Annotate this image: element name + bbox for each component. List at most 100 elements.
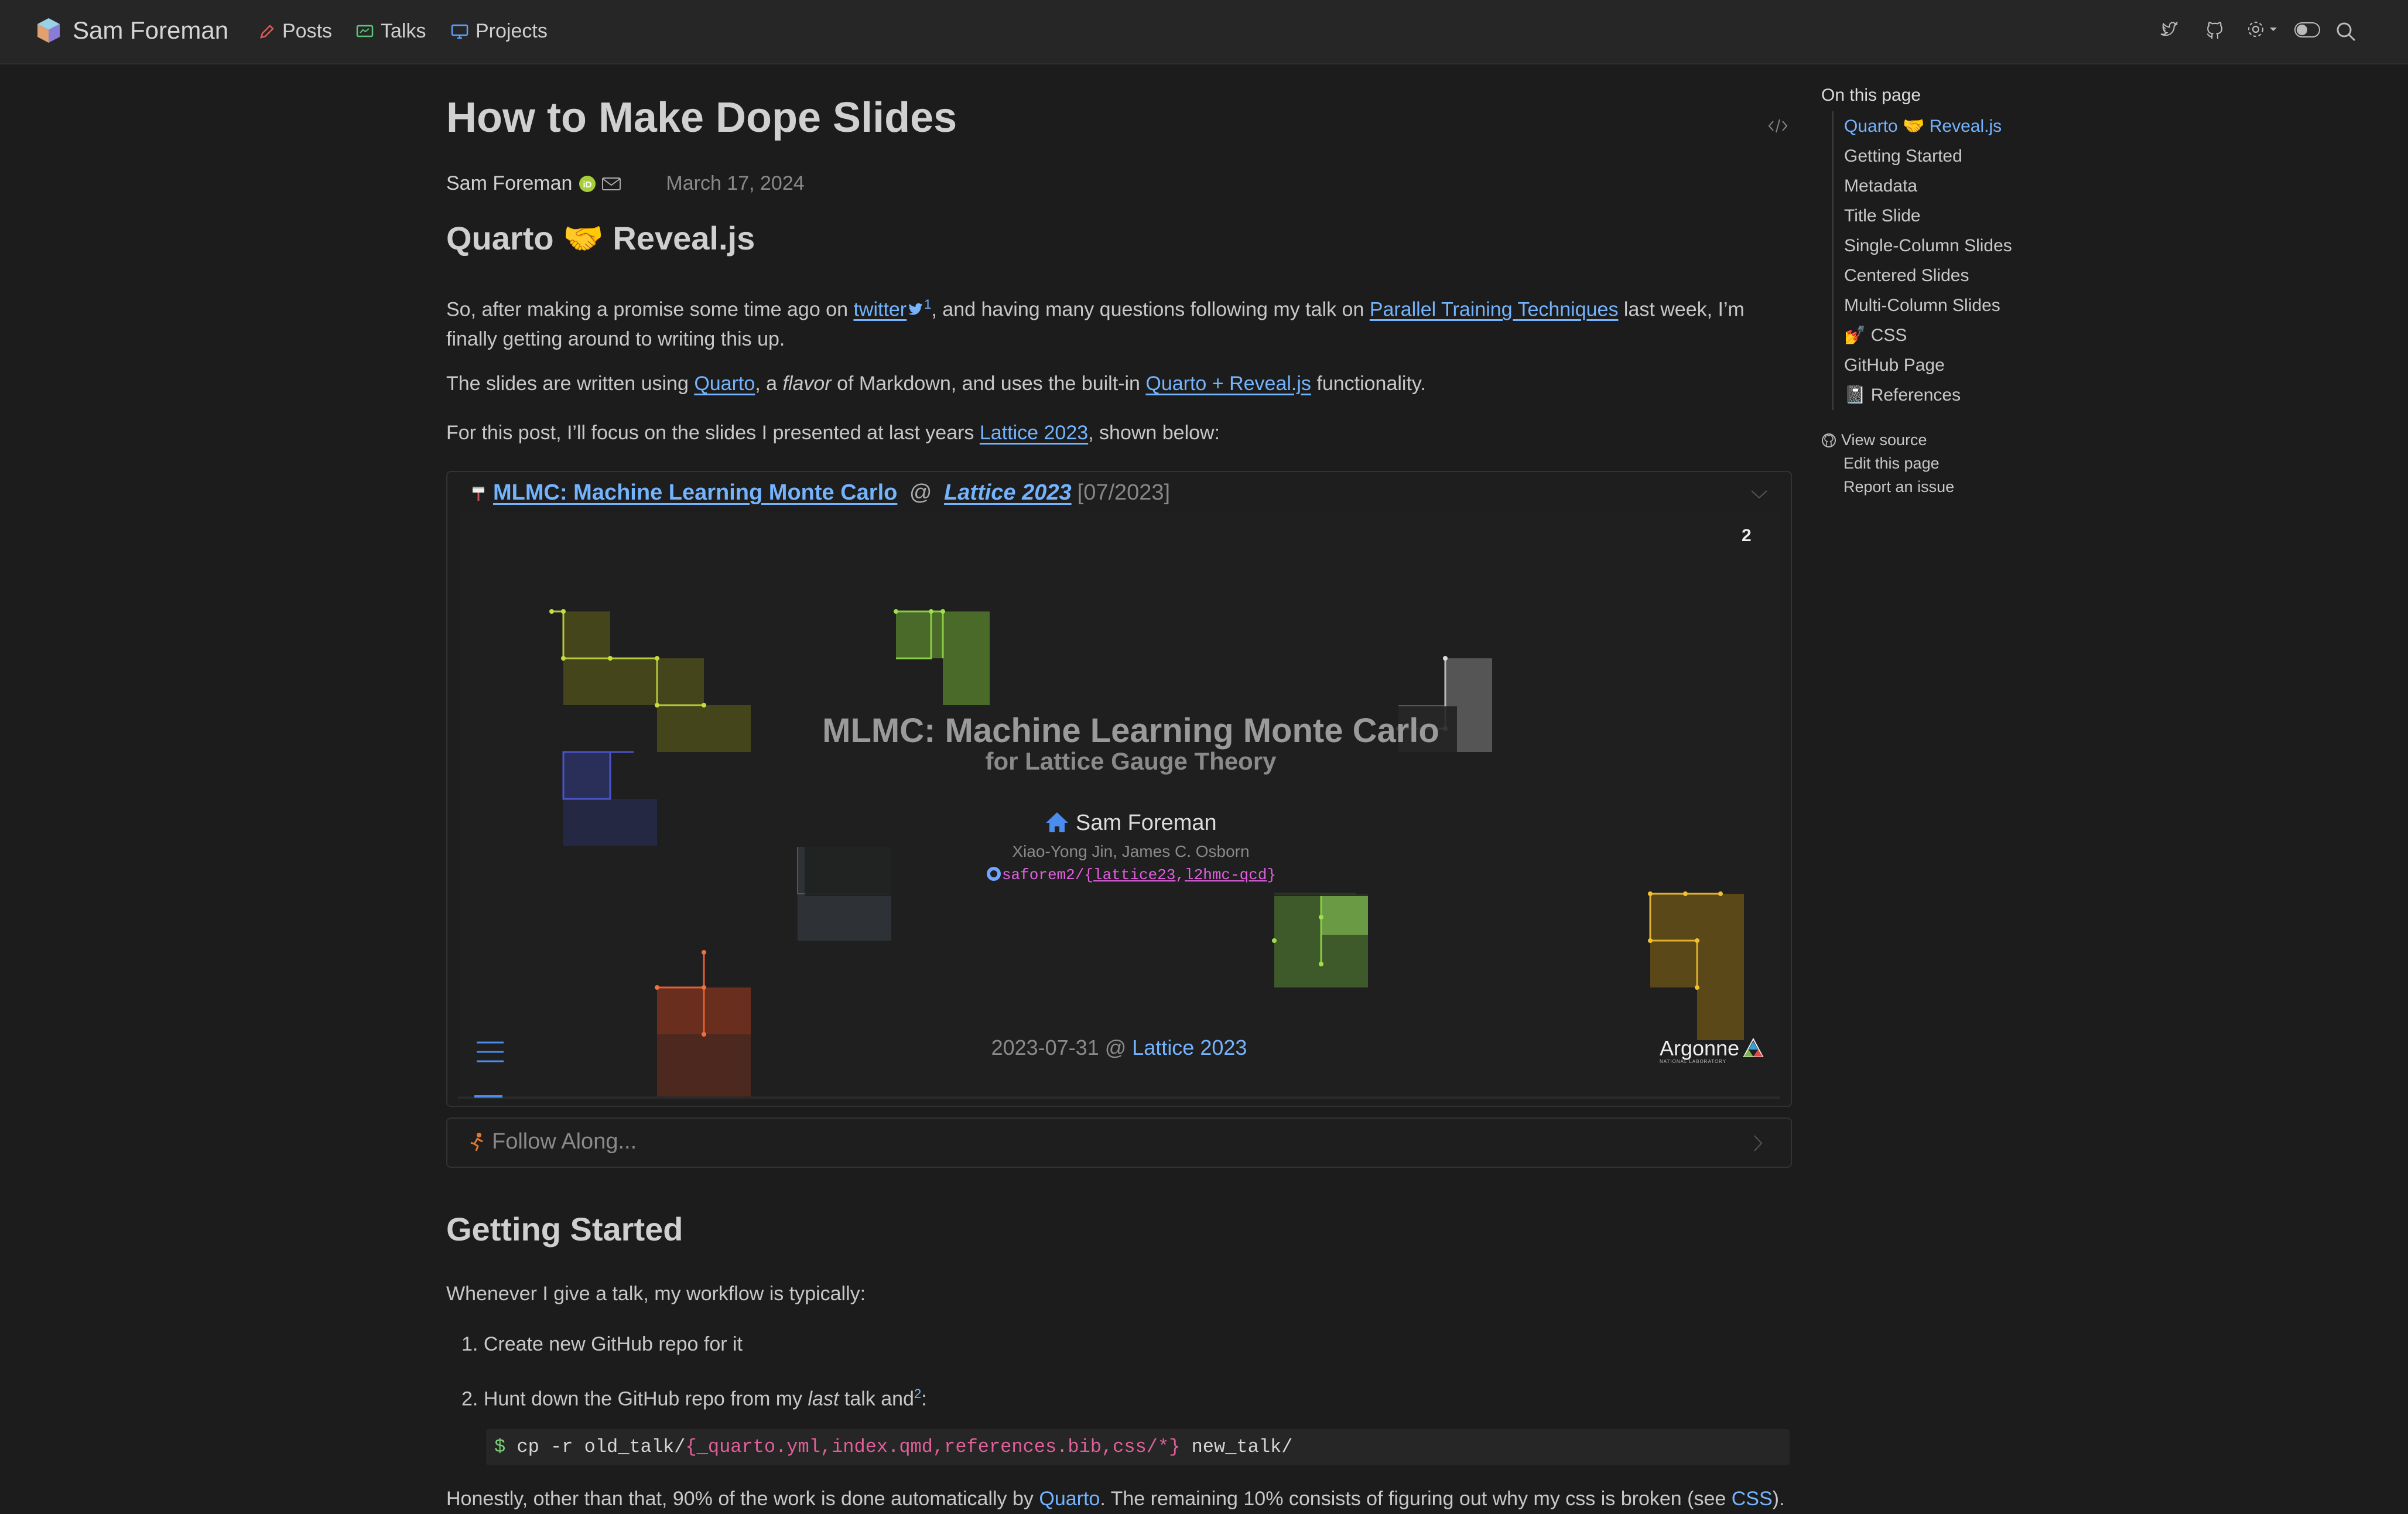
footer-date: 2023-07-31 @: [991, 1035, 1133, 1060]
follow-along-callout[interactable]: Follow Along...: [446, 1117, 1792, 1168]
repo-lattice23[interactable]: lattice23: [1093, 866, 1175, 884]
brand-name: Sam Foreman: [73, 16, 229, 44]
hamburger-menu-icon: [477, 1041, 504, 1062]
text: The slides are written using: [446, 372, 695, 395]
flavor-emphasis: flavor: [782, 372, 832, 395]
nav-posts-label: Posts: [282, 20, 333, 42]
shell-prompt: $: [494, 1436, 506, 1458]
argonne-logo: Argonne NATIONAL LABORATORY: [1660, 1038, 1764, 1064]
twitter-icon[interactable]: [2159, 19, 2180, 40]
quarto-link[interactable]: Quarto: [694, 372, 755, 395]
lattice-venue-link[interactable]: Lattice 2023: [944, 480, 1072, 505]
slide-menu-button[interactable]: [476, 1040, 505, 1070]
nav-talks-label: Talks: [381, 20, 426, 42]
css-link[interactable]: CSS: [1732, 1488, 1773, 1510]
github-icon[interactable]: [2205, 19, 2225, 40]
twitter-link[interactable]: twitter: [853, 298, 907, 320]
edit-page-link[interactable]: Edit this page: [1843, 454, 1940, 473]
toggle-icon[interactable]: [2294, 22, 2320, 37]
text: . The remaining 10% consists of figuring…: [1100, 1488, 1732, 1510]
slide-progress-track: [458, 1096, 1780, 1099]
presenter-name[interactable]: Sam Foreman: [1076, 811, 1217, 835]
slide-repo: saforem2/{lattice23,l2hmc-qcd}: [805, 866, 1457, 884]
pencil-icon: [260, 24, 274, 39]
lattice-2023-link[interactable]: Lattice 2023: [980, 422, 1088, 444]
quarto-paragraph: The slides are written using Quarto, a f…: [446, 369, 1793, 399]
settings-menu[interactable]: [2245, 19, 2278, 40]
embedded-slide[interactable]: 2 MLMC: Machine Learning Monte Carlo for…: [458, 513, 1780, 1099]
list-item: 2. Hunt down the GitHub repo from my las…: [461, 1379, 1808, 1414]
footer-venue-link[interactable]: Lattice 2023: [1132, 1035, 1247, 1060]
toc-item-centered[interactable]: Centered Slides: [1834, 261, 2044, 291]
footnote-1[interactable]: 1: [924, 297, 931, 312]
brand-link[interactable]: Sam Foreman: [36, 16, 228, 45]
nav-projects-label: Projects: [476, 20, 548, 42]
toc-item-css[interactable]: 💅 CSS: [1834, 320, 2044, 350]
at-symbol: @: [903, 480, 939, 505]
code-glob: {_quarto.yml,index.qmd,references.bib,cs…: [685, 1436, 1181, 1458]
closing-paragraph: Honestly, other than that, 90% of the wo…: [446, 1484, 1793, 1514]
code-tools-icon[interactable]: [1767, 117, 1788, 135]
report-issue-link[interactable]: Report an issue: [1843, 478, 1954, 496]
gear-icon: [2248, 21, 2264, 37]
repo-l2hmc[interactable]: l2hmc-qcd: [1185, 866, 1267, 884]
orcid-icon[interactable]: iD: [578, 175, 597, 193]
callout-header[interactable]: MLMC: Machine Learning Monte Carlo @ Lat…: [470, 480, 1170, 505]
svg-text:iD: iD: [583, 180, 592, 190]
text: ).: [1772, 1488, 1785, 1510]
slides-callout: MLMC: Machine Learning Monte Carlo @ Lat…: [446, 471, 1792, 1107]
running-person-icon: [470, 1132, 483, 1151]
nav-posts[interactable]: Posts: [259, 20, 332, 43]
slide-subtitle: for Lattice Gauge Theory: [985, 747, 1277, 775]
intro-paragraph: So, after making a promise some time ago…: [446, 289, 1793, 354]
argonne-triangle-icon: [1743, 1038, 1764, 1057]
toc-item-getting-started[interactable]: Getting Started: [1834, 141, 2044, 171]
search-icon[interactable]: [2335, 21, 2356, 42]
collapse-chevron-icon[interactable]: [1750, 488, 1769, 500]
text: , and having many questions following my…: [931, 298, 1370, 321]
author-name[interactable]: Sam Foreman: [446, 172, 572, 195]
presentation-icon: [356, 25, 374, 37]
last-emphasis: last: [808, 1387, 839, 1410]
repo-separator: ,: [1175, 866, 1185, 884]
code-command: cp -r old_talk/: [505, 1436, 686, 1458]
toc-item-references[interactable]: 📓 References: [1834, 380, 2044, 410]
text: of Markdown, and uses the built-in: [831, 372, 1146, 395]
list-number: 2.: [461, 1387, 478, 1410]
slide-presenter: Sam Foreman: [805, 811, 1457, 836]
section-heading-quarto-revealjs: Quarto 🤝 Reveal.js: [446, 220, 755, 257]
repo-suffix: }: [1267, 866, 1277, 884]
toc-item-quarto-revealjs[interactable]: Quarto 🤝 Reveal.js: [1834, 111, 2044, 141]
home-icon: [1046, 812, 1069, 832]
slide-title-panel: MLMC: Machine Learning Monte Carlo for L…: [805, 706, 1457, 896]
mlmc-talk-link[interactable]: MLMC: Machine Learning Monte Carlo: [493, 480, 897, 505]
email-icon[interactable]: [601, 176, 621, 192]
text: , a: [755, 372, 783, 395]
toc-item-github-page[interactable]: GitHub Page: [1834, 350, 2044, 380]
view-source-link[interactable]: View source: [1821, 431, 1927, 449]
nav-talks[interactable]: Talks: [356, 20, 426, 43]
toc-item-title-slide[interactable]: Title Slide: [1834, 201, 2044, 231]
table-of-contents: Quarto 🤝 Reveal.js Getting Started Metad…: [1832, 111, 2044, 410]
view-source-label: View source: [1841, 431, 1927, 449]
toc-item-multi-column[interactable]: Multi-Column Slides: [1834, 291, 2044, 320]
twitter-bird-icon: [908, 303, 923, 315]
quarto-revealjs-link[interactable]: Quarto + Reveal.js: [1145, 372, 1311, 395]
logo-cube-icon: [37, 18, 60, 43]
parallel-training-link[interactable]: Parallel Training Techniques: [1370, 298, 1619, 320]
nav-projects[interactable]: Projects: [451, 20, 548, 43]
slide-footer: 2023-07-31 @ Lattice 2023: [458, 1035, 1780, 1060]
quarto-link[interactable]: Quarto: [1039, 1488, 1100, 1510]
list-item-text: :: [921, 1387, 927, 1410]
text: Honestly, other than that, 90% of the wo…: [446, 1488, 1039, 1510]
navbar: Sam Foreman Posts Talks Projects: [0, 0, 2408, 64]
talk-date: [07/2023]: [1077, 480, 1171, 505]
toc-item-metadata[interactable]: Metadata: [1834, 171, 2044, 201]
list-item-text: Create new GitHub repo for it: [483, 1333, 743, 1355]
footnote-2[interactable]: 2: [914, 1386, 921, 1401]
page-title: How to Make Dope Slides: [446, 94, 957, 141]
toc-item-single-column[interactable]: Single-Column Slides: [1834, 231, 2044, 261]
chevron-down-icon: [2270, 28, 2277, 31]
code-block[interactable]: $ cp -r old_talk/{_quarto.yml,index.qmd,…: [486, 1429, 1790, 1465]
slide-progress-bar: [474, 1095, 502, 1098]
